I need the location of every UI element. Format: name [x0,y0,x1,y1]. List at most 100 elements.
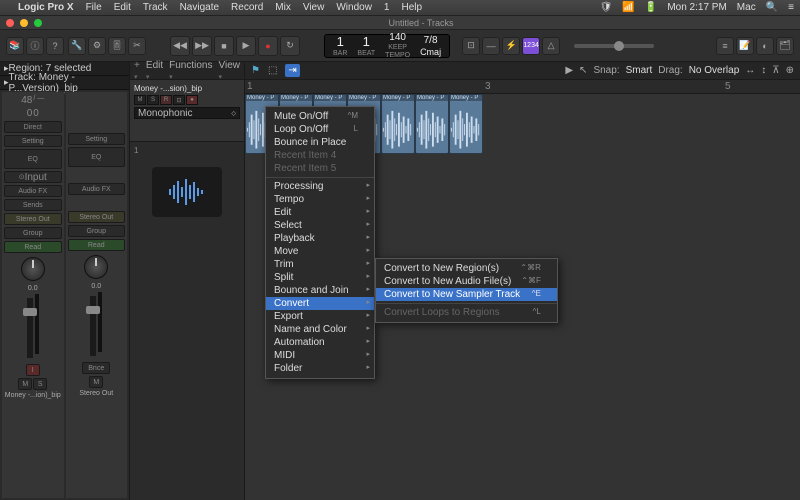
zoom-window[interactable] [34,19,42,27]
zoom-horizontal-icon[interactable]: ↔ [745,65,755,76]
zoom-tool-icon[interactable]: ⊕ [786,65,794,76]
convert-new-audio[interactable]: Convert to New Audio File(s)⌃⌘F [376,275,557,288]
track-name[interactable]: Money -...sion)_bip [134,84,240,93]
ctx-bounce[interactable]: Bounce in Place [266,136,374,149]
ctx-trim[interactable]: Trim [266,258,374,271]
setting-slot-out[interactable]: Setting [68,133,126,145]
master-volume-slider[interactable] [574,44,654,48]
ctx-bounce-join[interactable]: Bounce and Join [266,284,374,297]
pointer-tool[interactable]: ▶ [565,65,573,76]
sends-slot[interactable]: Sends [4,199,62,211]
ctx-convert[interactable]: Convert [266,297,374,310]
menu-navigate[interactable]: Navigate [180,2,219,13]
track-header[interactable]: Money -...sion)_bip M S R ⊡ ● Monophonic… [130,80,244,142]
convert-new-sampler-track[interactable]: Convert to New Sampler Track^E [376,288,557,301]
track-solo[interactable]: S [147,95,159,105]
quickhelp-button[interactable]: ? [46,37,64,55]
cycle-button[interactable]: ↻ [280,36,300,56]
output-slot-out[interactable]: Stereo Out [68,211,126,223]
audio-region[interactable]: Money - P [449,94,483,154]
catch-button[interactable]: ⇥ [285,64,299,77]
audio-region[interactable]: Money - P [381,94,415,154]
ctx-split[interactable]: Split [266,271,374,284]
menu-mix[interactable]: Mix [275,2,291,13]
browser-button[interactable]: 🗂 [776,37,794,55]
battery-icon[interactable]: 🔋 [645,2,657,13]
wifi-icon[interactable]: 📶 [622,2,634,13]
count-in-button[interactable]: 1234 [522,37,540,55]
arrange-area[interactable]: ⚑ ⬚ ⇥ ▶ ↖ Snap: Smart Drag: No Overlap ↔… [245,62,800,500]
automation-mode-out[interactable]: Read [68,239,126,251]
ctx-name-color[interactable]: Name and Color [266,323,374,336]
view-menu[interactable]: View [219,60,241,82]
menu-help[interactable]: Help [401,2,422,13]
ctx-automation[interactable]: Automation [266,336,374,349]
menu-file[interactable]: File [86,2,102,13]
notification-icon[interactable]: ≡ [788,2,794,13]
ctx-folder[interactable]: Folder [266,362,374,375]
add-track-button[interactable]: + [134,60,140,82]
minimize-window[interactable] [20,19,28,27]
mute-button-out[interactable]: M [89,376,103,388]
input-monitor-button[interactable]: I [26,364,40,376]
editors-button[interactable]: ✂ [128,37,146,55]
rewind-button[interactable]: ◀◀ [170,36,190,56]
ctx-export[interactable]: Export [266,310,374,323]
stop-button[interactable]: ■ [214,36,234,56]
lowlatency-button[interactable]: ⚡ [502,37,520,55]
snap-select[interactable]: Smart [626,65,653,76]
toolbar-button[interactable]: 🔧 [68,37,86,55]
group-slot[interactable]: Group [4,227,62,239]
close-window[interactable] [6,19,14,27]
ctx-processing[interactable]: Processing [266,180,374,193]
audio-region[interactable]: Money - P [415,94,449,154]
ctx-select[interactable]: Select [266,219,374,232]
zoom-vertical-icon[interactable]: ↕ [761,65,766,76]
audiofx-slot-out[interactable]: Audio FX [68,183,126,195]
flex-mode-select[interactable]: Monophonic◇ [134,107,240,119]
loops-button[interactable]: ◐ [756,37,774,55]
volume-fader-out[interactable] [90,296,96,356]
track-mute[interactable]: M [134,95,146,105]
group-slot-out[interactable]: Group [68,225,126,237]
menu-view[interactable]: View [303,2,325,13]
menu-1[interactable]: 1 [384,2,390,13]
ctx-loop[interactable]: Loop On/OffL [266,123,374,136]
user-menu[interactable]: Mac [737,2,756,13]
mute-button[interactable]: M [18,378,32,390]
ctx-move[interactable]: Move [266,245,374,258]
pan-knob[interactable] [21,257,45,281]
metronome-button[interactable]: △ [542,37,560,55]
menu-edit[interactable]: Edit [114,2,131,13]
setting-slot[interactable]: Setting [4,135,62,147]
bar-ruler[interactable]: 1 3 5 [245,80,800,94]
convert-new-regions[interactable]: Convert to New Region(s)⌃⌘R [376,262,557,275]
drag-select[interactable]: No Overlap [689,65,740,76]
menu-window[interactable]: Window [336,2,372,13]
smart-controls-button[interactable]: ⚙ [88,37,106,55]
audiofx-slot[interactable]: Audio FX [4,185,62,197]
eq-slot-out[interactable]: EQ [68,147,126,167]
ctx-mute[interactable]: Mute On/Off^M [266,110,374,123]
shield-icon[interactable]: 🛡 [600,2,613,13]
pan-knob-out[interactable] [84,255,108,279]
autopunch-button[interactable]: — [482,37,500,55]
track-inspector-header[interactable]: ▸ Track: Money - P...Version)_bip [0,76,129,90]
edit-menu[interactable]: Edit [146,60,163,82]
record-button[interactable]: ● [258,36,278,56]
direct-button[interactable]: Direct [4,121,62,133]
bounce-button[interactable]: Bnce [82,362,110,374]
track-input-monitor[interactable]: ⊡ [173,95,185,105]
ctx-tempo[interactable]: Tempo [266,193,374,206]
input-slot[interactable]: ⊙ Input [4,171,62,183]
spotlight-icon[interactable]: 🔍 [766,2,778,13]
menu-track[interactable]: Track [143,2,168,13]
replace-button[interactable]: ⊡ [462,37,480,55]
ctx-playback[interactable]: Playback [266,232,374,245]
ctx-midi[interactable]: MIDI [266,349,374,362]
mixer-button[interactable]: 🎚 [108,37,126,55]
forward-button[interactable]: ▶▶ [192,36,212,56]
menu-record[interactable]: Record [231,2,263,13]
flex-button[interactable]: ⚑ [251,65,260,76]
library-button[interactable]: 📚 [6,37,24,55]
